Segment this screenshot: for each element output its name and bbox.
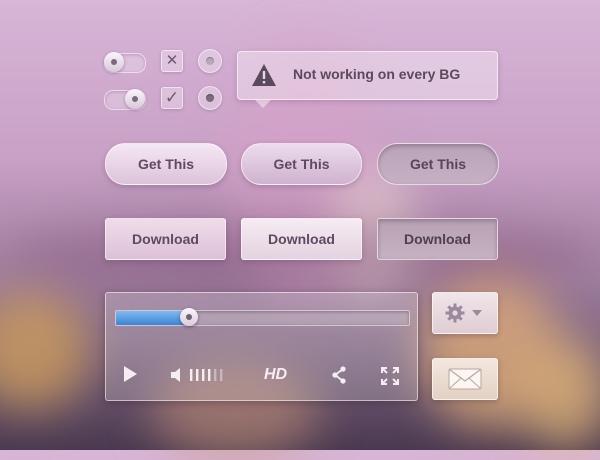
tooltip-text: Not working on every BG bbox=[293, 66, 461, 82]
radio-button-unselected[interactable] bbox=[198, 49, 222, 73]
checkbox-checked[interactable]: ✓ bbox=[161, 87, 183, 109]
mail-icon bbox=[448, 368, 482, 390]
volume-bar bbox=[196, 369, 199, 381]
check-mark-icon: ✓ bbox=[164, 88, 180, 107]
download-button-hover[interactable]: Download bbox=[241, 218, 362, 260]
progress-track[interactable] bbox=[115, 308, 410, 326]
volume-bar bbox=[220, 369, 223, 381]
scrubber-handle[interactable] bbox=[180, 308, 199, 326]
play-icon[interactable] bbox=[122, 365, 138, 383]
radio-button-selected[interactable] bbox=[198, 86, 222, 110]
share-icon[interactable] bbox=[331, 366, 347, 384]
toggle-switch-on[interactable] bbox=[104, 89, 146, 110]
checkbox-x[interactable]: ✕ bbox=[161, 50, 183, 72]
radio-dot bbox=[206, 94, 214, 102]
volume-bar bbox=[202, 369, 205, 381]
get-this-button-pressed[interactable]: Get This bbox=[377, 143, 499, 185]
get-this-button[interactable]: Get This bbox=[105, 143, 227, 185]
radio-dot bbox=[206, 57, 214, 65]
toggle-knob bbox=[104, 52, 124, 72]
caret-down-icon bbox=[472, 310, 482, 316]
download-button[interactable]: Download bbox=[105, 218, 226, 260]
video-player: HD bbox=[105, 292, 418, 401]
toggle-knob bbox=[125, 89, 145, 109]
gear-icon bbox=[445, 303, 465, 323]
hd-toggle[interactable]: HD bbox=[264, 366, 287, 384]
x-mark-icon: ✕ bbox=[165, 52, 179, 69]
progress-fill bbox=[116, 311, 190, 325]
download-button-pressed[interactable]: Download bbox=[377, 218, 498, 260]
fullscreen-icon[interactable] bbox=[381, 367, 399, 385]
warning-icon bbox=[252, 64, 276, 86]
get-this-button-hover[interactable]: Get This bbox=[241, 143, 362, 185]
volume-icon[interactable] bbox=[170, 367, 182, 383]
mail-button[interactable] bbox=[432, 358, 498, 400]
settings-dropdown-button[interactable] bbox=[432, 292, 498, 334]
volume-bar bbox=[190, 369, 193, 381]
background-bokeh bbox=[520, 340, 600, 450]
volume-bar bbox=[208, 369, 211, 381]
toggle-switch-off[interactable] bbox=[104, 52, 146, 73]
background-bokeh bbox=[0, 290, 90, 410]
volume-bar bbox=[214, 369, 217, 381]
warning-tooltip: Not working on every BG bbox=[237, 51, 498, 108]
volume-slider[interactable] bbox=[188, 367, 234, 383]
